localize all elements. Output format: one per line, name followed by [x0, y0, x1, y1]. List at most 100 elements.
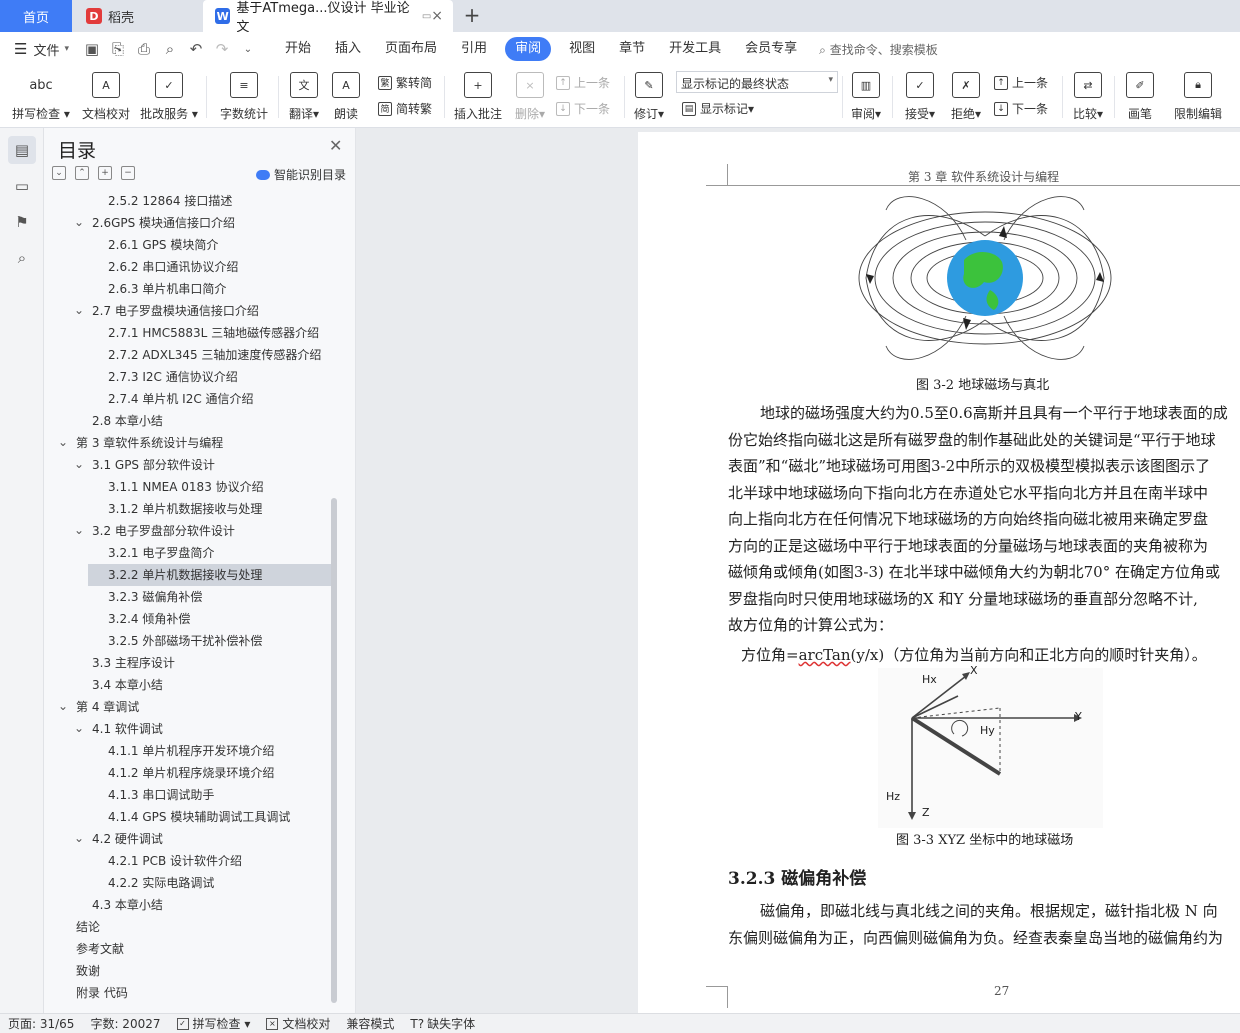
word-count-button[interactable]: ≡ 字数统计	[216, 70, 272, 124]
toc-item[interactable]: 4.1.1 单片机程序开发环境介绍	[108, 740, 334, 762]
revise-button[interactable]: ✎ 修订▾	[630, 70, 668, 124]
chevron-down-icon[interactable]: ⌄	[74, 212, 84, 232]
annotate-service-button[interactable]: ✓ 批改服务 ▾	[138, 70, 200, 124]
toc-item[interactable]: 4.1.3 串口调试助手	[108, 784, 334, 806]
toc-item[interactable]: 第 4 章调试	[76, 696, 334, 718]
menu-member[interactable]: 会员专享	[733, 37, 809, 61]
toc-item[interactable]: 3.2.4 倾角补偿	[108, 608, 334, 630]
toc-item[interactable]: 4.1.4 GPS 模块辅助调试工具调试	[108, 806, 334, 828]
command-search[interactable]: ⌕ 查找命令、搜索模板	[819, 41, 938, 58]
document-page[interactable]: 第 3 章 软件系统设计与编程 图 3-2 地球磁场与真北 地球的磁场强度大约为…	[638, 132, 1240, 1013]
compare-button[interactable]: ⇄ 比较▾	[1068, 70, 1108, 124]
chevron-down-icon[interactable]: ⌄	[74, 828, 84, 848]
next-change-button[interactable]: ↓ 下一条	[994, 100, 1048, 117]
toc-item[interactable]: 2.6.3 单片机串口简介	[108, 278, 334, 300]
tab-home[interactable]: 首页	[0, 0, 72, 32]
toc-item[interactable]: 第 3 章软件系统设计与编程	[76, 432, 334, 454]
toc-item[interactable]: 4.2 硬件调试	[92, 828, 334, 850]
toc-item[interactable]: 3.3 主程序设计	[92, 652, 334, 674]
expand-up-icon[interactable]: ⌃	[75, 166, 89, 180]
toc-item[interactable]: 2.6.2 串口通讯协议介绍	[108, 256, 334, 278]
toc-item[interactable]: 3.1.1 NMEA 0183 协议介绍	[108, 476, 334, 498]
smart-toc-button[interactable]: 智能识别目录	[256, 166, 346, 183]
toc-item[interactable]: 3.1 GPS 部分软件设计	[92, 454, 334, 476]
toc-item[interactable]: 2.7.2 ADXL345 三轴加速度传感器介绍	[108, 344, 334, 366]
toc-item[interactable]: 4.1 软件调试	[92, 718, 334, 740]
simp-to-trad-button[interactable]: 简简转繁	[378, 100, 432, 117]
toc-item[interactable]: 致谢	[76, 960, 334, 982]
toc-item[interactable]: 4.1.2 单片机程序烧录环境介绍	[108, 762, 334, 784]
read-aloud-button[interactable]: A 朗读	[328, 70, 364, 124]
menu-view[interactable]: 视图	[557, 37, 607, 61]
toc-item[interactable]: 4.2.2 实际电路调试	[108, 872, 334, 894]
print-preview-icon[interactable]: ⌕	[161, 40, 179, 58]
toc-item[interactable]: 2.5.2 12864 接口描述	[108, 190, 334, 212]
toc-item[interactable]: 3.1.2 单片机数据接收与处理	[108, 498, 334, 520]
chevron-down-icon[interactable]: ⌄	[74, 300, 84, 320]
prev-change-button[interactable]: ↑ 上一条	[994, 74, 1048, 91]
delete-comment-button[interactable]: × 删除▾	[510, 70, 550, 124]
add-tab-icon[interactable]: +	[460, 3, 484, 27]
toc-item[interactable]: 2.6.1 GPS 模块简介	[108, 234, 334, 256]
save-icon[interactable]: ▣	[83, 40, 101, 58]
chevron-down-icon[interactable]: ⌄	[74, 520, 84, 540]
restrict-edit-button[interactable]: 🔒︎ 限制编辑	[1168, 70, 1228, 124]
menu-page-layout[interactable]: 页面布局	[373, 37, 449, 61]
toc-item[interactable]: 2.8 本章小结	[92, 410, 334, 432]
menu-references[interactable]: 引用	[449, 37, 499, 61]
toc-item[interactable]: 4.2.1 PCB 设计软件介绍	[108, 850, 334, 872]
undo-icon[interactable]: ↶	[187, 40, 205, 58]
pen-button[interactable]: ✐ 画笔	[1120, 70, 1160, 124]
plus-icon[interactable]: +	[98, 166, 112, 180]
menu-developer[interactable]: 开发工具	[657, 37, 733, 61]
close-icon[interactable]: ✕	[329, 136, 342, 155]
menu-section[interactable]: 章节	[607, 37, 657, 61]
toc-item[interactable]: 4.3 本章小结	[92, 894, 334, 916]
markup-state-select[interactable]: 显示标记的最终状态 ▾	[676, 71, 838, 93]
menu-insert[interactable]: 插入	[323, 37, 373, 61]
export-icon[interactable]: ⎘	[109, 40, 127, 58]
menu-start[interactable]: 开始	[273, 37, 323, 61]
toc-item[interactable]: 3.2 电子罗盘部分软件设计	[92, 520, 334, 542]
close-tab-icon[interactable]: ×	[431, 8, 443, 24]
reject-button[interactable]: ✗ 拒绝▾	[946, 70, 986, 124]
show-markup-button[interactable]: ▤ 显示标记 ▾	[682, 100, 754, 117]
tab-screen-icon[interactable]: ▭	[422, 11, 431, 22]
toc-item[interactable]: 3.2.1 电子罗盘简介	[108, 542, 334, 564]
bookmark-icon[interactable]: ⚑	[8, 208, 36, 236]
chevron-down-icon[interactable]: ⌄	[58, 432, 68, 452]
search-icon[interactable]: ⌕	[8, 244, 36, 272]
status-doc-proof-button[interactable]: × 文档校对	[258, 1015, 338, 1032]
toc-item[interactable]: 2.7.4 单片机 I2C 通信介绍	[108, 388, 334, 410]
translate-button[interactable]: 文 翻译▾	[284, 70, 324, 124]
toc-item[interactable]: 2.7.3 I2C 通信协议介绍	[108, 366, 334, 388]
file-menu[interactable]: ☰ 文件 ▾	[14, 40, 69, 59]
toc-item[interactable]: 3.2.3 磁偏角补偿	[108, 586, 334, 608]
toc-panel-icon[interactable]: ▤	[8, 136, 36, 164]
review-pane-button[interactable]: ▥ 审阅▾	[846, 70, 886, 124]
page-indicator[interactable]: 页面: 31/65	[0, 1015, 82, 1032]
menu-review[interactable]: 审阅	[505, 37, 552, 61]
chevron-down-icon[interactable]: ⌄	[74, 454, 84, 474]
toc-item[interactable]: 结论	[76, 916, 334, 938]
toc-item[interactable]: 3.4 本章小结	[92, 674, 334, 696]
toc-item[interactable]: 3.2.5 外部磁场干扰补偿补偿	[108, 630, 334, 652]
doc-proof-button[interactable]: A 文档校对	[80, 70, 132, 124]
toc-item[interactable]: 2.6GPS 模块通信接口介绍	[92, 212, 334, 234]
spellcheck-button[interactable]: abc 拼写检查 ▾	[10, 70, 72, 124]
chevron-down-icon[interactable]: ⌄	[74, 718, 84, 738]
prev-comment-button[interactable]: ↑ 上一条	[556, 74, 610, 91]
collapse-all-icon[interactable]: ⌄	[52, 166, 66, 180]
more-icon[interactable]: ⌄	[239, 44, 257, 55]
toc-scrollbar[interactable]	[331, 498, 337, 1003]
trad-to-simp-button[interactable]: 繁繁转简	[378, 74, 432, 91]
accept-button[interactable]: ✓ 接受▾	[900, 70, 940, 124]
chevron-down-icon[interactable]: ⌄	[58, 696, 68, 716]
print-icon[interactable]: ⎙	[135, 40, 153, 58]
toc-item[interactable]: 3.2.2 单片机数据接收与处理	[88, 564, 334, 586]
toc-item[interactable]: 附录 代码	[76, 982, 334, 1004]
tab-daoke[interactable]: D 稻壳	[74, 0, 200, 32]
insert-comment-button[interactable]: + 插入批注	[450, 70, 506, 124]
toc-item[interactable]: 参考文献	[76, 938, 334, 960]
next-comment-button[interactable]: ↓ 下一条	[556, 100, 610, 117]
